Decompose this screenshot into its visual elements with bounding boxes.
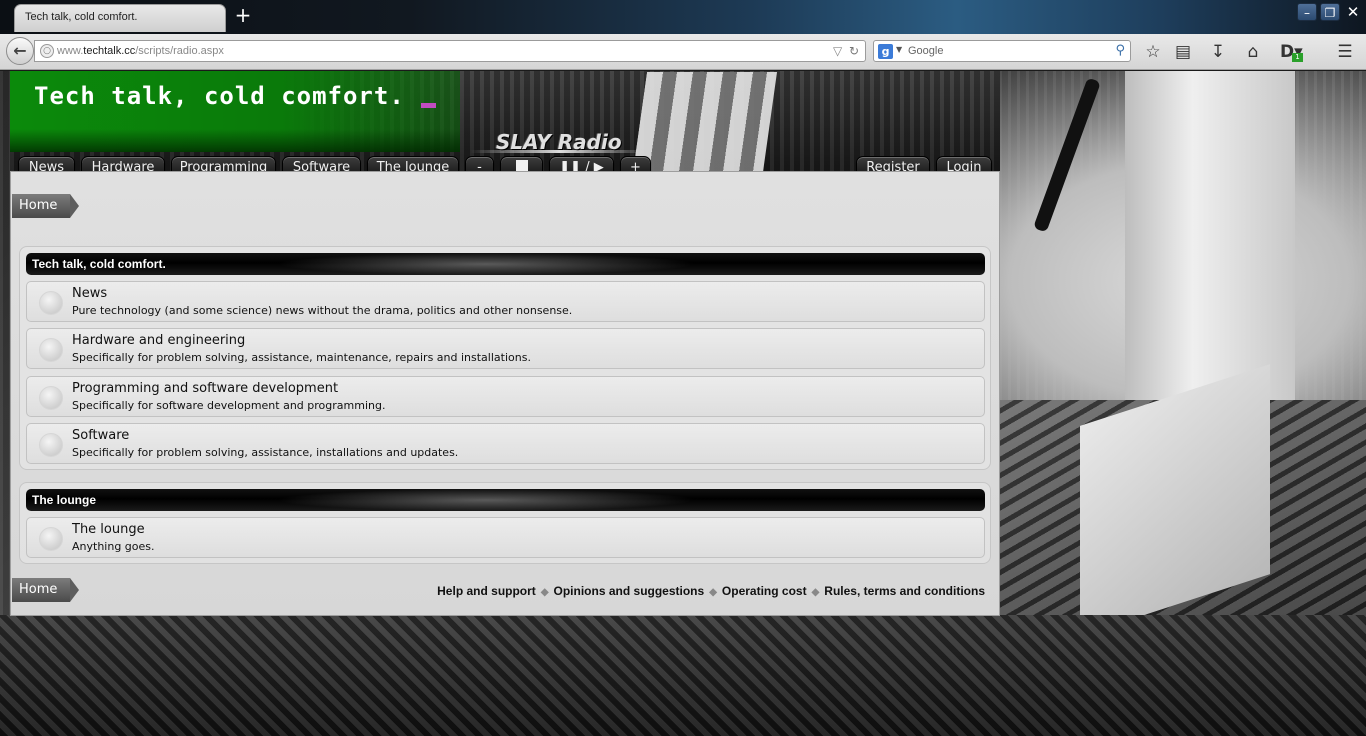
minimize-icon[interactable]: – [1297,3,1317,21]
forum-row-hardware[interactable]: Hardware and engineering Specifically fo… [26,328,985,369]
forum-title-link[interactable]: News [72,286,107,301]
forum-description: Specifically for problem solving, assist… [72,351,531,364]
forum-status-icon [39,338,63,362]
chevron-down-icon[interactable]: ▼ [896,45,902,54]
home-icon[interactable]: ⌂ [1242,41,1264,63]
forum-row-software[interactable]: Software Specifically for problem solvin… [26,423,985,464]
url-path: /scripts/radio.aspx [135,45,224,57]
forum-description: Anything goes. [72,540,155,553]
footer-cost-link[interactable]: Operating cost [722,584,807,598]
background-pcb [0,615,1366,736]
downloads-badge: 1 [1292,53,1303,62]
forum-status-icon [39,527,63,551]
google-icon[interactable]: g [878,44,893,59]
reload-icon[interactable]: ↻ [849,44,859,58]
forum-title-link[interactable]: Programming and software development [72,381,338,396]
footer-separator-icon: ◆ [540,587,549,598]
url-host: techtalk.cc [83,45,136,57]
globe-icon: ○ [40,44,54,58]
browser-titlebar: Tech talk, cold comfort. + – ❐ ✕ [0,0,1366,34]
blinking-cursor [421,103,436,108]
browser-tab[interactable]: Tech talk, cold comfort. [14,4,226,32]
forum-title-link[interactable]: Software [72,428,129,443]
category-header[interactable]: Tech talk, cold comfort. [26,253,985,275]
dropdown-arrow-icon[interactable]: ▽ [833,44,842,58]
forum-title-link[interactable]: The lounge [72,522,145,537]
category-header[interactable]: The lounge [26,489,985,511]
forum-row-programming[interactable]: Programming and software development Spe… [26,376,985,417]
forum-row-news[interactable]: News Pure technology (and some science) … [26,281,985,322]
breadcrumb-home-top[interactable]: Home [12,194,79,218]
forum-description: Specifically for problem solving, assist… [72,446,459,459]
footer-opinions-link[interactable]: Opinions and suggestions [554,584,705,598]
footer-separator-icon: ◆ [709,587,717,598]
forum-row-lounge[interactable]: The lounge Anything goes. [26,517,985,558]
url-text[interactable]: www.techtalk.cc/scripts/radio.aspx [57,45,224,57]
site-title[interactable]: Tech talk, cold comfort. [34,82,405,110]
url-bar[interactable]: ○ www.techtalk.cc/scripts/radio.aspx ▽ ↻ [34,40,866,62]
browser-navbar: ← ○ www.techtalk.cc/scripts/radio.aspx ▽… [0,34,1366,70]
footer-help-link[interactable]: Help and support [437,584,536,598]
slay-radio-logo[interactable]: SLAY Radio [496,130,622,154]
url-prefix: www. [57,45,84,57]
download-icon[interactable]: ↧ [1207,41,1229,63]
search-icon[interactable]: ⚲ [1115,43,1125,58]
tab-title: Tech talk, cold comfort. [25,11,138,23]
star-bookmark-icon[interactable]: ☆ [1142,41,1164,63]
reading-list-icon[interactable]: ▤ [1172,41,1194,63]
search-bar[interactable]: g ▼ Google ⚲ [873,40,1131,62]
category-title: Tech talk, cold comfort. [32,257,166,271]
forum-status-icon [39,386,63,410]
search-placeholder: Google [908,45,944,57]
forum-description: Pure technology (and some science) news … [72,304,573,317]
forum-description: Specifically for software development an… [72,399,386,412]
back-arrow-icon[interactable]: ← [6,37,34,65]
forum-status-icon [39,433,63,457]
restore-icon[interactable]: ❐ [1320,3,1340,21]
category-title: The lounge [32,493,96,507]
header-pci-slots-image [632,72,778,172]
footer-separator-icon: ◆ [811,587,820,598]
new-tab-button[interactable]: + [234,4,252,26]
breadcrumb-home-bottom[interactable]: Home [12,578,79,602]
footer-links: Help and support ◆ Opinions and suggestion… [437,584,985,598]
forum-title-link[interactable]: Hardware and engineering [72,333,245,348]
forum-status-icon [39,291,63,315]
footer-rules-link[interactable]: Rules, terms and conditions [824,584,985,598]
menu-icon[interactable]: ☰ [1334,41,1356,63]
close-icon[interactable]: ✕ [1343,3,1363,21]
